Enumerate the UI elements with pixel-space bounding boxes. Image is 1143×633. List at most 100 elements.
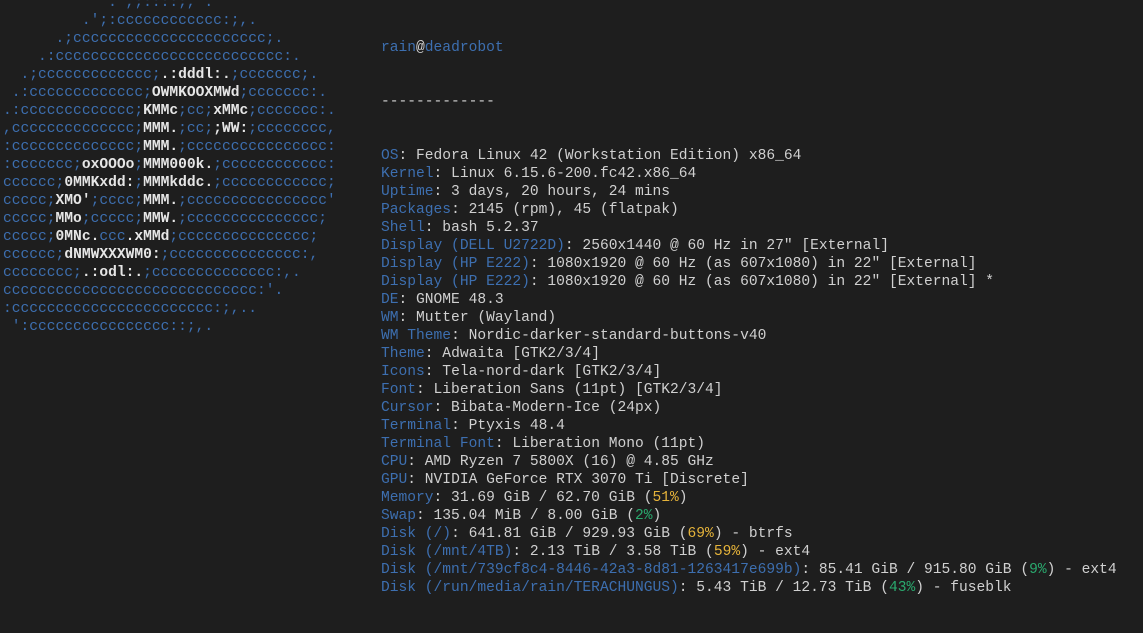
info-key: Font [381,382,417,398]
logo-line: .:ccccccccccccc;KMMc;cc;xMMc;ccccccc:. [3,102,336,120]
logo-line: cccccc;dNMWXXXWM0:;ccccccccccccccc:, [3,246,336,264]
logo-segment: .;ccccccccccccc; [3,67,161,83]
info-row: Display (DELL U2722D): 2560x1440 @ 60 Hz… [381,237,1117,255]
logo-segment: cccccc; [3,247,65,263]
info-value: : 1080x1920 @ 60 Hz (as 607x1080) in 22"… [529,274,995,290]
info-value: : 85.41 GiB / 915.80 GiB ( [801,562,1030,578]
info-row: Disk (/run/media/rain/TERACHUNGUS): 5.43… [381,579,1117,597]
logo-line: :ccccccccccccccccccccccc:;,.. [3,300,336,318]
logo-segment: .:cccccccccccccccccccccccccc:. [3,49,301,65]
info-key: Kernel [381,166,434,182]
info-row: CPU: AMD Ryzen 7 5800X (16) @ 4.85 GHz [381,453,1117,471]
logo-segment: ;cccccccccccccccc: [178,139,336,155]
logo-segment: .;cccccccccccccccccccccc;. [3,31,284,47]
info-key: Display (HP E222) [381,274,530,290]
logo-segment: MMo [55,211,82,227]
logo-line: :cccccccccccccc;MMM.;cccccccccccccccc: [3,138,336,156]
info-value: : Liberation Mono (11pt) [494,436,706,452]
logo-segment: ;ccccccc:. [239,85,328,101]
usage-percent: 2% [634,508,653,524]
logo-segment: MMM000k. [143,157,214,173]
info-row: Terminal Font: Liberation Mono (11pt) [381,435,1117,453]
logo-segment: ;cccccccccccc; [213,175,336,191]
logo-line: ccccc;MMo;ccccc;MMW.;ccccccccccccccc; [3,210,336,228]
logo-segment: 0MNc. [55,229,100,245]
info-value: : Mutter (Wayland) [398,310,557,326]
logo-line: ccccc;XMO';cccc;MMM.;cccccccccccccccc' [3,192,336,210]
info-key: WM [381,310,399,326]
logo-segment: dNMWXXXWM0: [64,247,161,263]
logo-segment: ccc [99,229,126,245]
info-row: Display (HP E222): 1080x1920 @ 60 Hz (as… [381,273,1117,291]
info-row: DE: GNOME 48.3 [381,291,1117,309]
logo-segment: MMM. [143,139,179,155]
info-value: : AMD Ryzen 7 5800X (16) @ 4.85 GHz [407,454,714,470]
info-key: Memory [381,490,434,506]
info-key: Swap [381,508,417,524]
info-key: Disk (/mnt/739cf8c4-8446-42a3-8d81-12634… [381,562,802,578]
info-value: : bash 5.2.37 [424,220,539,236]
info-value: : 135.04 MiB / 8.00 GiB ( [416,508,635,524]
info-row: Swap: 135.04 MiB / 8.00 GiB (2%) [381,507,1117,525]
logo-line: .;cccccccccccccccccccccc;. [3,30,336,48]
info-row: Uptime: 3 days, 20 hours, 24 mins [381,183,1117,201]
system-info-panel: rain@deadrobot ------------- OS: Fedora … [381,3,1117,633]
usage-percent: 51% [652,490,679,506]
info-rows: OS: Fedora Linux 42 (Workstation Edition… [381,147,1117,597]
info-value: : NVIDIA GeForce RTX 3070 Ti [Discrete] [407,472,749,488]
logo-segment: ;cccccccc, [248,121,336,137]
logo-segment: .:ccccccccccccc; [3,103,144,119]
info-key: Disk (/mnt/4TB) [381,544,513,560]
info-row: Display (HP E222): 1080x1920 @ 60 Hz (as… [381,255,1117,273]
info-value: ) - ext4 [1046,562,1117,578]
logo-line: cccccccc;.:odl:.;cccccccccccccc:,. [3,264,336,282]
info-value: : Adwaita [GTK2/3/4] [424,346,600,362]
logo-segment: .:ccccccccccccc; [3,85,152,101]
logo-segment: ':cccccccccccccccc::;,. [3,319,214,335]
logo-line: .';:cccccccccccc:;,. [3,12,336,30]
info-row: Disk (/): 641.81 GiB / 929.93 GiB (69%) … [381,525,1117,543]
logo-segment: ;cc; [178,121,214,137]
logo-segment: ,cccccccccccccc; [3,121,144,137]
info-value: ) - ext4 [740,544,811,560]
info-key: Disk (/) [381,526,452,542]
info-row: Theme: Adwaita [GTK2/3/4] [381,345,1117,363]
logo-segment: oxOOOo [81,157,135,173]
info-row: Packages: 2145 (rpm), 45 (flatpak) [381,201,1117,219]
logo-segment: ccccc; [3,211,56,227]
info-key: Cursor [381,400,434,416]
hostname: deadrobot [424,40,504,56]
logo-segment: XMO' [55,193,91,209]
logo-segment: ; [134,175,144,191]
logo-segment: :ccccccc; [3,157,82,173]
logo-segment: :cccccccccccccc; [3,139,144,155]
info-key: Icons [381,364,425,380]
info-row: OS: Fedora Linux 42 (Workstation Edition… [381,147,1117,165]
info-value: : 641.81 GiB / 929.93 GiB ( [451,526,688,542]
logo-segment: .',;::::;,'. [3,0,214,11]
info-row: WM: Mutter (Wayland) [381,309,1117,327]
info-value: : 3 days, 20 hours, 24 mins [433,184,671,200]
info-key: GPU [381,472,408,488]
logo-segment: MMM. [143,121,179,137]
info-key: Packages [381,202,452,218]
user-host-line: rain@deadrobot [381,39,1117,57]
info-value: : Nordic-darker-standard-buttons-v40 [451,328,767,344]
info-value: : Bibata-Modern-Ice (24px) [433,400,662,416]
logo-segment: ;ccccccccccccccc; [169,229,319,245]
logo-line: .:cccccccccccccccccccccccccc:. [3,48,336,66]
info-value: : 2560x1440 @ 60 Hz in 27" [External] [564,238,889,254]
logo-segment: ;cccc; [90,193,144,209]
info-row: Cursor: Bibata-Modern-Ice (24px) [381,399,1117,417]
logo-segment: ccccc; [3,193,56,209]
logo-segment: ;ccccccccccccccc; [178,211,328,227]
header-separator: ------------- [381,94,495,110]
logo-line: :ccccccc;oxOOOo;MMM000k.;cccccccccccc: [3,156,336,174]
info-value: : Fedora Linux 42 (Workstation Edition) … [398,148,802,164]
info-value: : 1080x1920 @ 60 Hz (as 607x1080) in 22"… [529,256,977,272]
logo-segment: 0MMKxdd: [64,175,135,191]
logo-segment: ;cccccccccccc: [213,157,336,173]
info-value: ) [678,490,688,506]
terminal-window[interactable]: .',;::::;,'. .';:cccccccccccc:;,. .;cccc… [0,0,1143,596]
info-key: DE [381,292,399,308]
